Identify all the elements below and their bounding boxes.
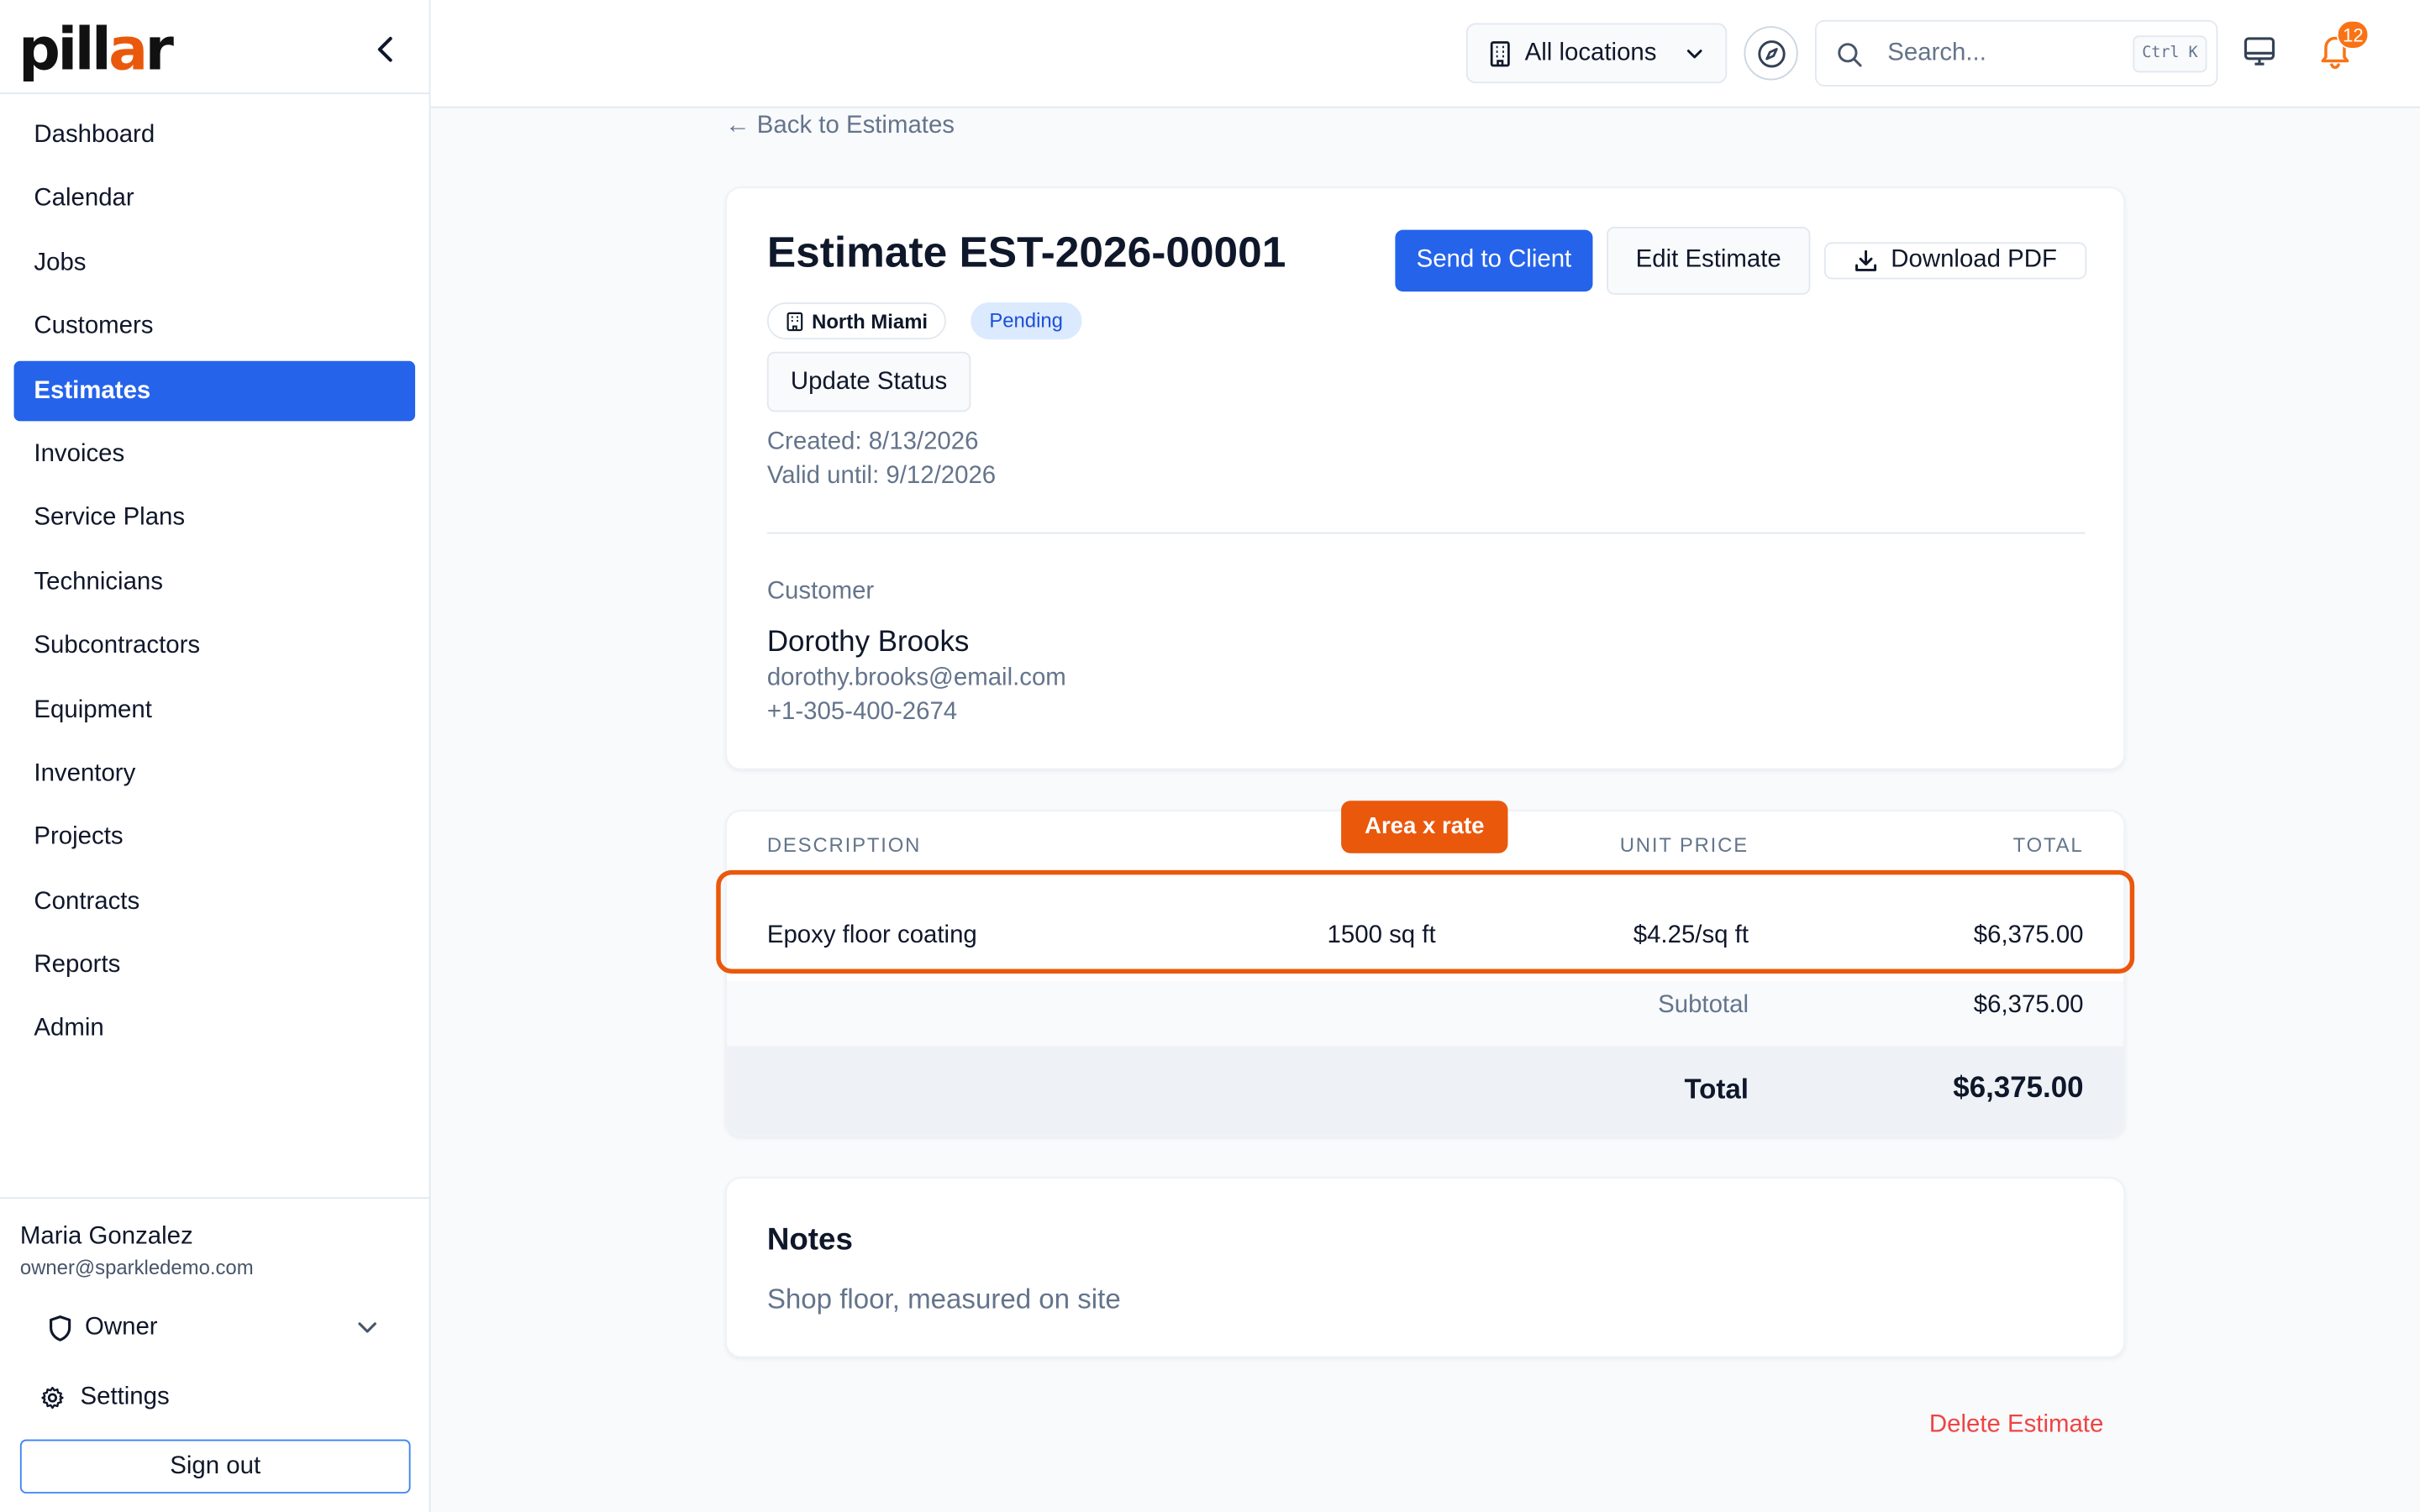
settings-link[interactable]: Settings [40, 1384, 170, 1412]
gear-icon [41, 1386, 64, 1410]
logo-row: pillar [0, 0, 429, 95]
line-item-total: $6,375.00 [1973, 922, 2084, 949]
status-badge: Pending [971, 302, 1082, 340]
building-icon [786, 311, 803, 331]
column-header-description: DESCRIPTION [766, 832, 922, 857]
sidebar-item-service-plans[interactable]: Service Plans [14, 488, 416, 549]
subtotal-value: $6,375.00 [1973, 991, 2084, 1019]
notification-count-badge: 12 [2336, 19, 2370, 50]
sidebar-item-invoices[interactable]: Invoices [14, 424, 416, 485]
sidebar-item-reports[interactable]: Reports [14, 935, 416, 995]
total-row [727, 1046, 2124, 1136]
line-items-table: DESCRIPTION UNIT PRICE TOTAL Epoxy floor… [725, 810, 2126, 1137]
line-item-description: Epoxy floor coating [766, 922, 977, 949]
search-input[interactable] [1887, 37, 2119, 71]
settings-label: Settings [80, 1383, 170, 1410]
delete-estimate-link[interactable]: Delete Estimate [1929, 1412, 2103, 1440]
sidebar-item-customers[interactable]: Customers [14, 297, 416, 357]
sidebar-item-admin[interactable]: Admin [14, 999, 416, 1059]
sidebar-item-estimates[interactable]: Estimates [13, 360, 416, 421]
sidebar-item-projects[interactable]: Projects [14, 807, 416, 868]
sidebar-nav: Dashboard Calendar Jobs Customers Estima… [0, 94, 429, 1059]
send-to-client-button[interactable]: Send to Client [1395, 229, 1593, 292]
page-title: Estimate EST-2026-00001 [766, 228, 1286, 276]
collapse-sidebar-button[interactable] [364, 28, 407, 71]
sign-out-button[interactable]: Sign out [19, 1439, 411, 1494]
sidebar-item-contracts[interactable]: Contracts [14, 871, 416, 932]
location-badge: North Miami [766, 302, 947, 340]
role-selector[interactable]: Owner [20, 1304, 409, 1353]
role-label: Owner [85, 1314, 158, 1341]
subtotal-row [727, 981, 2124, 1047]
line-item-unit-price: $4.25/sq ft [1633, 922, 1749, 949]
estimate-header-card: Estimate EST-2026-00001 Send to Client E… [725, 186, 2126, 770]
compass-button[interactable] [1744, 26, 1798, 81]
customer-phone: +1-305-400-2674 [766, 699, 958, 726]
sidebar-item-equipment[interactable]: Equipment [14, 680, 416, 740]
download-pdf-label: Download PDF [1891, 246, 2057, 274]
sidebar-footer: Maria Gonzalez owner@sparkledemo.com Own… [0, 1197, 429, 1512]
line-item-quantity: 1500 sq ft [1327, 922, 1436, 949]
chevron-left-icon [377, 36, 392, 62]
customer-email: dorothy.brooks@email.com [766, 664, 1066, 691]
search-box[interactable]: Ctrl K [1814, 19, 2218, 87]
sidebar-item-jobs[interactable]: Jobs [14, 233, 416, 293]
building-icon [1490, 40, 1510, 66]
customer-name: Dorothy Brooks [766, 626, 970, 659]
monitor-button[interactable] [2243, 34, 2283, 74]
notes-card: Notes Shop floor, measured on site [725, 1177, 2126, 1358]
edit-estimate-button[interactable]: Edit Estimate [1607, 226, 1811, 295]
total-label: Total [1684, 1074, 1749, 1105]
user-email: owner@sparkledemo.com [19, 1256, 254, 1279]
created-date: Created: 8/13/2026 [766, 428, 979, 455]
subtotal-label: Subtotal [1658, 991, 1749, 1019]
user-name: Maria Gonzalez [19, 1223, 193, 1250]
location-badge-label: North Miami [812, 309, 929, 333]
column-header-unit-price: UNIT PRICE [1619, 832, 1749, 857]
sidebar: pillar Dashboard Calendar Jobs Customers… [0, 0, 431, 1512]
notes-title: Notes [766, 1223, 853, 1257]
download-icon [1855, 249, 1877, 271]
download-pdf-button[interactable]: Download PDF [1823, 242, 2087, 280]
divider [766, 532, 2086, 534]
search-icon [1838, 43, 1862, 67]
sidebar-item-subcontractors[interactable]: Subcontractors [14, 616, 416, 676]
monitor-icon [2244, 37, 2275, 66]
pillar-logo[interactable]: pillar [18, 18, 174, 80]
chevron-down-icon [1686, 50, 1702, 59]
notes-body: Shop floor, measured on site [766, 1284, 1121, 1315]
sidebar-item-inventory[interactable]: Inventory [14, 743, 416, 804]
column-header-total: TOTAL [2012, 832, 2084, 857]
search-shortcut-hint: Ctrl K [2133, 35, 2207, 73]
top-bar: All locations Ctrl K 12 [430, 0, 2420, 108]
total-value: $6,375.00 [1953, 1072, 2084, 1105]
valid-until-date: Valid until: 9/12/2026 [766, 463, 997, 490]
compass-icon [1757, 39, 1785, 67]
shield-icon [50, 1315, 71, 1341]
sidebar-item-calendar[interactable]: Calendar [14, 169, 416, 229]
update-status-button[interactable]: Update Status [766, 351, 971, 412]
highlight-callout-tag: Area x rate [1341, 801, 1508, 853]
sidebar-item-dashboard[interactable]: Dashboard [14, 105, 416, 165]
app-root: pillar Dashboard Calendar Jobs Customers… [0, 0, 2420, 1512]
location-select[interactable]: All locations [1465, 23, 1728, 84]
chevron-down-icon [358, 1322, 376, 1333]
customer-section-label: Customer [766, 578, 875, 605]
sidebar-item-technicians[interactable]: Technicians [14, 552, 416, 612]
back-to-estimates-link[interactable]: ← Back to Estimates [725, 113, 955, 140]
location-select-value: All locations [1524, 39, 1657, 66]
